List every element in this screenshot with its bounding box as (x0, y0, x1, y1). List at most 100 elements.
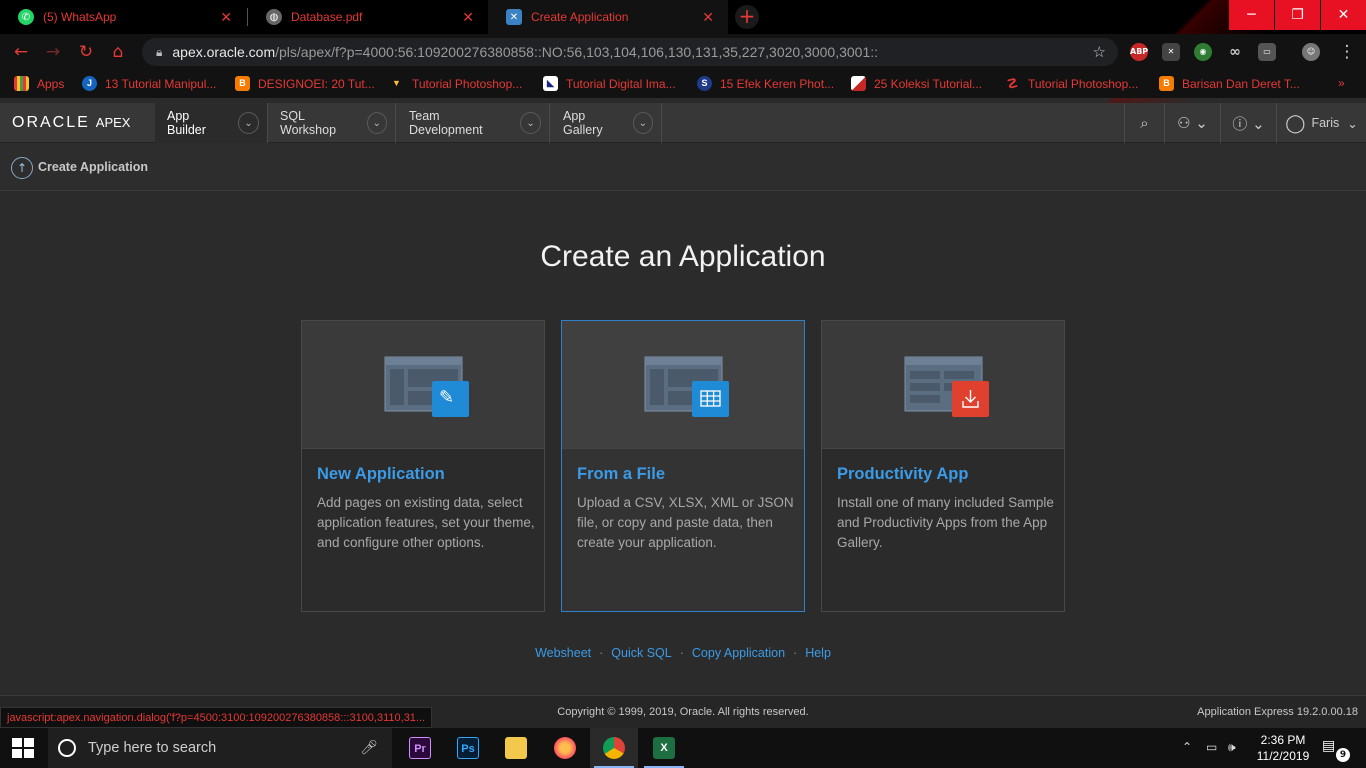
chevron-down-icon[interactable]: ⌄ (238, 112, 259, 134)
battery-icon[interactable]: ▭ (1206, 740, 1217, 754)
forward-icon[interactable]: → (42, 42, 64, 62)
close-window-button[interactable]: ✕ (1321, 0, 1366, 30)
address-bar[interactable]: 🔒︎ apex.oracle.com/pls/apex/f?p=4000:56:… (142, 38, 1118, 66)
bookmark-item[interactable]: S 15 Efek Keren Phot... (697, 76, 834, 91)
help-menu-icon[interactable]: ⓘ ⌄ (1220, 103, 1276, 143)
microphone-icon[interactable]: 🎤︎ (360, 739, 378, 756)
j-icon: J (82, 76, 97, 91)
clock-date: 11/2/2019 (1256, 749, 1310, 763)
s-icon: S (697, 76, 712, 91)
extension-color-icon[interactable]: ◉ (1194, 43, 1212, 61)
profile-avatar-icon[interactable]: ☺ (1302, 43, 1320, 61)
bookmark-apps[interactable]: Apps (14, 76, 64, 91)
breadcrumb: ↑ Create Application (0, 143, 1366, 191)
link-copy-application[interactable]: Copy Application (692, 646, 785, 660)
bookmark-star-icon[interactable]: ☆ (1093, 43, 1106, 61)
clock-time: 2:36 PM (1260, 733, 1306, 747)
more-bookmarks-icon[interactable]: » (1338, 76, 1345, 90)
bookmark-item[interactable]: J 13 Tutorial Manipul... (82, 76, 216, 91)
tab-database-pdf[interactable]: ◍ Database.pdf ✕ (248, 0, 488, 34)
tab-create-application[interactable]: ✕ Create Application ✕ (488, 0, 728, 34)
browser-tab-strip: ✆ (5) WhatsApp ✕ ◍ Database.pdf ✕ ✕ Crea… (0, 0, 1366, 120)
minimize-button[interactable]: ─ (1229, 0, 1274, 30)
taskbar-search-input[interactable]: Type here to search 🎤︎ (48, 728, 392, 768)
card-productivity-app[interactable]: Productivity App Install one of many inc… (821, 320, 1065, 612)
photoshop-icon: Ps (457, 737, 479, 759)
link-quick-sql[interactable]: Quick SQL (611, 646, 671, 660)
windows-taskbar: Type here to search 🎤︎ Pr Ps X ⌃ ▭ 🕪︎ 2:… (0, 728, 1366, 768)
admin-menu-icon[interactable]: ⚇ ⌄ (1164, 103, 1220, 143)
tab-title: Create Application (531, 10, 629, 24)
tab-app-gallery[interactable]: App Gallery ⌄ (550, 103, 662, 143)
tab-sql-workshop[interactable]: SQL Workshop ⌄ (268, 103, 396, 143)
restore-button[interactable]: ❐ (1275, 0, 1320, 30)
app-window-illustration (644, 356, 729, 417)
oracle-apex-logo[interactable]: ORACLE APEX (12, 114, 130, 132)
chevron-down-icon[interactable]: ⌄ (632, 112, 653, 134)
card-title: Productivity App (837, 465, 969, 483)
folder-icon (505, 737, 527, 759)
volume-icon[interactable]: 🕪︎ (1228, 740, 1236, 755)
chrome-app[interactable] (590, 728, 638, 768)
close-icon[interactable]: ✕ (220, 9, 232, 26)
wrench-pencil-icon: ✎ (439, 387, 455, 408)
file-explorer-app[interactable] (492, 728, 540, 768)
bookmark-item[interactable]: 25 Koleksi Tutorial... (851, 76, 982, 91)
bookmark-item[interactable]: ◣ Tutorial Digital Ima... (543, 76, 676, 91)
back-icon[interactable]: ← (10, 42, 32, 62)
menu-dots-icon[interactable]: ⋮ (1336, 42, 1358, 62)
user-name: Faris (1311, 116, 1340, 130)
close-icon[interactable]: ✕ (702, 9, 714, 26)
bookmark-item[interactable]: B Barisan Dan Deret T... (1159, 76, 1300, 91)
tab-title: Database.pdf (291, 10, 363, 24)
bookmark-item[interactable]: ▼ Tutorial Photoshop... (389, 76, 522, 91)
link-help[interactable]: Help (805, 646, 831, 660)
apps-grid-icon (14, 76, 29, 91)
user-avatar-icon: ◯ (1285, 112, 1306, 133)
excel-icon: X (653, 737, 675, 759)
secondary-links: Websheet · Quick SQL · Copy Application · Help (535, 646, 831, 660)
card-from-a-file[interactable]: From a File Upload a CSV, XLSX, XML or J… (561, 320, 805, 612)
card-illustration: ✎ (302, 321, 544, 449)
system-clock[interactable]: 2:36 PM 11/2/2019 (1248, 732, 1318, 764)
user-menu[interactable]: ◯ Faris ⌄ (1276, 103, 1366, 143)
home-icon[interactable]: ⌂ (107, 42, 129, 62)
chrome-icon (603, 737, 625, 759)
new-tab-button[interactable]: + (735, 5, 759, 29)
app-window-illustration (904, 356, 989, 417)
tab-team-development[interactable]: Team Development ⌄ (396, 103, 550, 143)
search-icon[interactable]: ⌕ (1124, 103, 1164, 143)
firefox-app[interactable] (541, 728, 589, 768)
card-new-application[interactable]: ✎ New Application Add pages on existing … (301, 320, 545, 612)
globe-icon: ◍ (266, 9, 282, 25)
extension-window-icon[interactable]: ▭ (1258, 43, 1276, 61)
adblock-extension-icon[interactable]: ABP (1130, 43, 1148, 61)
apex-header: ORACLE APEX App Builder ⌄ SQL Workshop ⌄ … (0, 103, 1366, 143)
chevron-up-icon[interactable]: ⌃ (1182, 740, 1192, 754)
notification-center-icon[interactable]: ▤ 9 (1322, 738, 1350, 762)
main-content: Create an Application ✎ New Application … (0, 192, 1366, 695)
windows-start-icon[interactable] (12, 738, 34, 758)
close-icon[interactable]: ✕ (462, 9, 474, 26)
tab-whatsapp[interactable]: ✆ (5) WhatsApp ✕ (0, 0, 246, 34)
premiere-pro-app[interactable]: Pr (396, 728, 444, 768)
browser-toolbar: ← → ↻ ⌂ 🔒︎ apex.oracle.com/pls/apex/f?p=… (0, 34, 1366, 70)
card-illustration (822, 321, 1064, 449)
reload-icon[interactable]: ↻ (75, 42, 97, 62)
blogger-icon: B (1159, 76, 1174, 91)
premiere-icon: Pr (409, 737, 431, 759)
card-description: Add pages on existing data, select appli… (317, 495, 535, 550)
link-websheet[interactable]: Websheet (535, 646, 591, 660)
chevron-down-icon[interactable]: ⌄ (520, 112, 541, 134)
tab-app-builder[interactable]: App Builder ⌄ (155, 103, 268, 143)
excel-app[interactable]: X (640, 728, 688, 768)
card-title: From a File (577, 465, 666, 483)
bookmark-item[interactable]: ☡ Tutorial Photoshop... (1005, 76, 1139, 91)
extension-infinity-icon[interactable]: ∞ (1226, 43, 1244, 61)
bookmark-item[interactable]: B DESIGNOEI: 20 Tut... (235, 76, 375, 91)
photoshop-app[interactable]: Ps (444, 728, 492, 768)
extension-x-icon[interactable]: ✕ (1162, 43, 1180, 61)
chevron-down-icon[interactable]: ⌄ (366, 112, 387, 134)
up-arrow-icon[interactable]: ↑ (11, 157, 33, 179)
notification-count: 9 (1336, 748, 1350, 762)
